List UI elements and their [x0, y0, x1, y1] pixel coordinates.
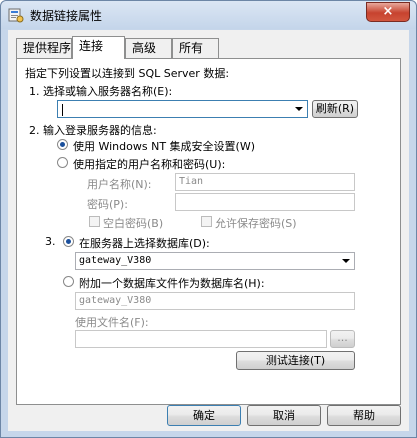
help-label: 帮助 [353, 409, 375, 422]
ok-label: 确定 [193, 409, 215, 422]
intro-text: 指定下列设置以连接到 SQL Server 数据: [25, 67, 230, 80]
step2-label: 2. 输入登录服务器的信息: [29, 124, 157, 137]
filename-field[interactable] [75, 330, 327, 348]
tab-advanced[interactable]: 高级 [125, 38, 172, 58]
blank-password-checkbox[interactable] [89, 216, 100, 227]
password-label: 密码(P): [87, 198, 128, 211]
chevron-down-icon[interactable] [342, 259, 350, 263]
close-icon: × [382, 4, 394, 19]
database-value: gateway_V380 [79, 255, 152, 266]
dialog-window: 数据链接属性 × 提供程序 连接 高级 所有 指定下列设置以连接到 SQL Se… [0, 0, 417, 438]
ok-button[interactable]: 确定 [167, 405, 241, 426]
cancel-button[interactable]: 取消 [247, 405, 321, 426]
tab-connection[interactable]: 连接 [72, 36, 125, 59]
test-connection-button[interactable]: 测试连接(T) [236, 351, 355, 370]
tab-label: 提供程序 [23, 41, 72, 55]
username-field[interactable]: Tian [175, 173, 355, 191]
browse-button[interactable]: ... [330, 330, 355, 348]
tab-label: 高级 [132, 41, 157, 55]
help-button[interactable]: 帮助 [327, 405, 401, 426]
filename-label: 使用文件名(F): [75, 316, 149, 329]
tab-label: 连接 [79, 39, 104, 53]
radio-nt-security[interactable] [57, 139, 68, 150]
test-connection-label: 测试连接(T) [265, 354, 326, 367]
close-button[interactable]: × [366, 2, 410, 22]
attach-database-field[interactable]: gateway_V380 [75, 292, 355, 310]
refresh-label: 刷新(R) [315, 102, 355, 115]
browse-label: ... [337, 331, 348, 344]
allow-save-password-checkbox[interactable] [201, 216, 212, 227]
database-combo[interactable]: gateway_V380 [75, 252, 355, 270]
text-caret [62, 104, 63, 116]
tab-label: 所有 [179, 41, 204, 55]
cancel-label: 取消 [273, 409, 295, 422]
step3-number: 3. [45, 235, 56, 248]
connection-panel: 指定下列设置以连接到 SQL Server 数据: 1. 选择或输入服务器名称(… [16, 58, 401, 405]
option-select-database-label: 在服务器上选择数据库(D): [79, 237, 210, 250]
window-title: 数据链接属性 [30, 9, 103, 23]
refresh-button[interactable]: 刷新(R) [312, 100, 358, 118]
server-name-combo[interactable] [57, 100, 308, 118]
step1-label: 1. 选择或输入服务器名称(E): [29, 85, 173, 98]
blank-password-label: 空白密码(B) [103, 217, 164, 230]
radio-select-database[interactable] [63, 236, 74, 247]
tab-provider[interactable]: 提供程序 [16, 38, 72, 58]
allow-save-password-label: 允许保存密码(S) [215, 217, 297, 230]
option-user-label: 使用指定的用户名称和密码(U): [73, 158, 226, 171]
password-field[interactable] [175, 193, 355, 211]
username-label: 用户名称(N): [87, 178, 152, 191]
data-link-icon [8, 8, 24, 23]
tab-all[interactable]: 所有 [172, 38, 219, 58]
option-nt-label: 使用 Windows NT 集成安全设置(W) [73, 140, 255, 153]
radio-user-password[interactable] [57, 157, 68, 168]
option-attach-label: 附加一个数据库文件作为数据库名(H): [79, 277, 265, 290]
radio-attach-database[interactable] [63, 276, 74, 287]
chevron-down-icon[interactable] [295, 107, 303, 111]
title-bar: 数据链接属性 × [1, 1, 416, 29]
dialog-client: 提供程序 连接 高级 所有 指定下列设置以连接到 SQL Server 数据: … [8, 30, 409, 431]
